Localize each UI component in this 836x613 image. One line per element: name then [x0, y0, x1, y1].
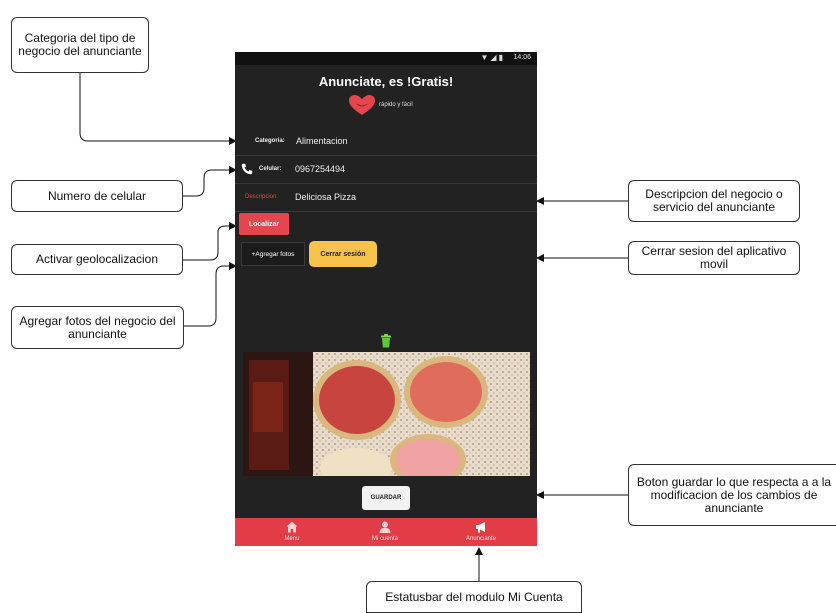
callout-fotos: Agregar fotos del negocio del anunciante — [11, 306, 184, 349]
cerrar-sesion-button[interactable]: Cerrar sesión — [309, 241, 377, 267]
status-time: 14:06 — [513, 54, 531, 61]
callout-statusbar-text: Estatusbar del modulo Mi Cuenta — [385, 589, 563, 604]
celular-row[interactable]: Celular: 0967254494 — [235, 157, 537, 184]
categoria-label: Categoria: — [255, 138, 285, 144]
callout-celular-text: Numero de celular — [47, 188, 147, 203]
bottom-tab-bar: Menu Mi cuenta Anunciante — [235, 518, 537, 546]
tab-menu-label: Menu — [284, 536, 300, 542]
phone-screen: ▼◢▮ 14:06 Anunciate, es !Gratis! rápido … — [235, 52, 537, 546]
callout-categoria: Categoria del tipo de negocio del anunci… — [11, 17, 149, 73]
tab-mi-cuenta-label: Mi cuenta — [371, 536, 398, 542]
callout-cerrar-sesion-text: Cerrar sesion del aplicativo movil — [641, 244, 787, 271]
android-status-bar: ▼◢▮ 14:06 — [235, 52, 537, 65]
categoria-row[interactable]: Categoria: Alimentacion — [235, 129, 537, 156]
callout-fotos-text: Agregar fotos del negocio del anunciante — [19, 313, 176, 341]
megaphone-icon — [476, 522, 485, 533]
tagline: rápido y fácil — [379, 102, 413, 108]
callout-categoria-text: Categoria del tipo de negocio del anunci… — [18, 31, 142, 58]
tab-anunciante-label: Anunciante — [465, 536, 497, 542]
guardar-button[interactable]: GUARDAR — [362, 486, 410, 510]
phone-icon — [241, 163, 253, 175]
tab-anunciante[interactable]: Anunciante — [431, 518, 531, 546]
callout-descripcion-text: Descripcion del negocio o servicio del a… — [645, 187, 783, 214]
callout-geolocalizacion: Activar geolocalizacion — [11, 244, 183, 275]
callout-cerrar-sesion: Cerrar sesion del aplicativo movil — [628, 241, 800, 275]
trash-icon[interactable] — [380, 334, 392, 348]
tab-mi-cuenta[interactable]: Mi cuenta — [335, 518, 435, 546]
callout-descripcion: Descripcion del negocio o servicio del a… — [628, 180, 800, 222]
localizar-button[interactable]: Localizar — [239, 213, 289, 235]
arrow-categoria — [79, 73, 237, 145]
celular-value[interactable]: 0967254494 — [295, 164, 345, 174]
home-icon — [286, 521, 298, 533]
descripcion-label: Descripcion: — [245, 194, 279, 200]
agregar-fotos-button[interactable]: +Agregar fotos — [241, 242, 305, 266]
callout-statusbar: Estatusbar del modulo Mi Cuenta — [366, 581, 582, 613]
categoria-value[interactable]: Alimentacion — [296, 136, 348, 146]
arrow-fotos — [184, 262, 237, 327]
celular-label: Celular: — [259, 166, 282, 172]
page-title: Anunciate, es !Gratis! — [318, 74, 454, 89]
callout-geolocalizacion-text: Activar geolocalizacion — [35, 252, 159, 266]
user-icon — [379, 521, 391, 533]
callout-guardar-text: Boton guardar lo que respecta a a la mod… — [636, 474, 832, 515]
arrow-celular — [183, 166, 237, 197]
callout-guardar: Boton guardar lo que respecta a a la mod… — [628, 464, 836, 526]
pizza-photo — [243, 352, 530, 476]
arrow-geolocalizacion — [183, 222, 237, 261]
heart-icon — [349, 95, 375, 115]
descripcion-value[interactable]: Deliciosa Pizza — [295, 192, 356, 202]
descripcion-row[interactable]: Descripcion: Deliciosa Pizza — [235, 185, 537, 212]
tab-menu[interactable]: Menu — [242, 518, 342, 546]
signal-battery-icons: ▼◢▮ — [480, 53, 505, 62]
callout-celular: Numero de celular — [11, 180, 183, 212]
